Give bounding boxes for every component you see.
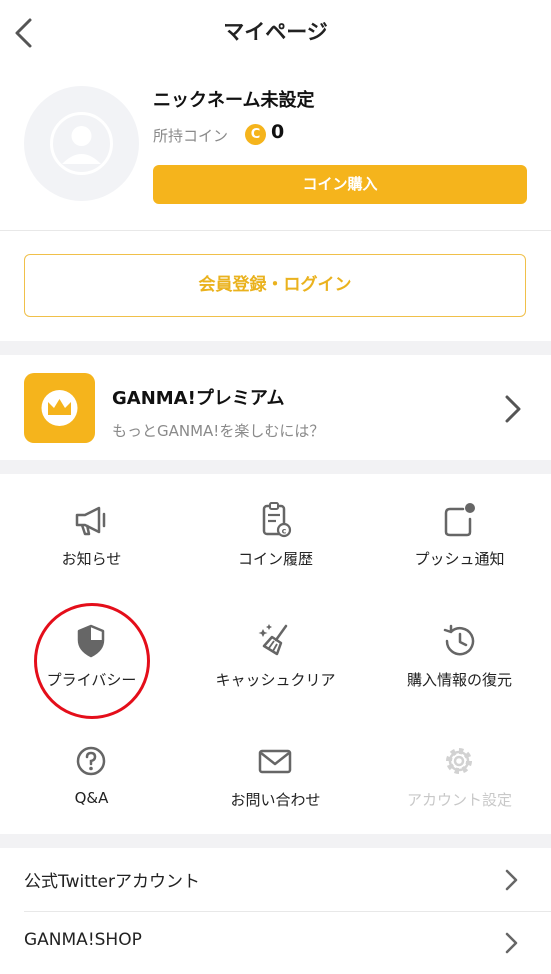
envelope-icon (258, 749, 292, 774)
coin-icon: C (245, 124, 266, 145)
premium-crown-icon (24, 373, 95, 443)
section-gap (0, 341, 551, 355)
chevron-right-icon (505, 869, 518, 891)
menu-item-notices[interactable]: お知らせ (0, 500, 183, 620)
list-item-label: GANMA!SHOP (24, 930, 142, 950)
list-item-shop[interactable]: GANMA!SHOP (0, 912, 551, 974)
avatar[interactable] (24, 86, 139, 201)
push-notification-icon (444, 503, 475, 537)
nickname: ニックネーム未設定 (153, 90, 315, 111)
list-item-label: 公式Twitterアカウント (24, 872, 200, 892)
megaphone-icon (75, 506, 106, 536)
broom-icon (258, 624, 288, 656)
premium-subtitle: もっとGANMA!を楽しむには？ (112, 422, 325, 440)
premium-title: GANMA!プレミアム (112, 388, 285, 409)
restore-icon (443, 624, 475, 656)
svg-text:c: c (282, 527, 287, 536)
menu-item-coin-history[interactable]: c コイン履歴 (184, 500, 367, 620)
menu-item-push-notifications[interactable]: プッシュ通知 (368, 500, 551, 620)
menu-item-label: アカウント設定 (406, 791, 512, 809)
page-title: マイページ (223, 20, 328, 44)
menu-item-label: お問い合わせ (230, 791, 321, 809)
menu-item-restore-purchases[interactable]: 購入情報の復元 (368, 621, 551, 741)
menu-item-label: プッシュ通知 (414, 550, 505, 568)
divider (0, 230, 551, 231)
gear-icon (446, 748, 472, 774)
menu-item-label: お知らせ (61, 550, 122, 568)
list-item-twitter[interactable]: 公式Twitterアカウント (0, 849, 551, 911)
highlight-circle (34, 603, 150, 719)
menu-item-label: 購入情報の復元 (406, 671, 512, 689)
chevron-right-icon (505, 395, 521, 423)
question-icon (76, 746, 106, 776)
buy-coins-button[interactable]: コイン購入 (153, 165, 527, 204)
menu-item-label: Q&A (74, 789, 109, 807)
section-gap (0, 834, 551, 848)
menu-item-label: キャッシュクリア (215, 671, 336, 689)
register-login-button[interactable]: 会員登録・ログイン (24, 254, 526, 317)
section-gap (0, 460, 551, 474)
menu-item-cache-clear[interactable]: キャッシュクリア (184, 621, 367, 741)
coin-history-icon: c (262, 502, 292, 538)
coin-count: 0 (271, 121, 285, 143)
menu-item-label: コイン履歴 (237, 550, 313, 568)
user-silhouette-icon (50, 112, 113, 175)
premium-banner[interactable]: GANMA!プレミアム もっとGANMA!を楽しむには？ (0, 355, 551, 460)
chevron-right-icon (505, 932, 518, 954)
coin-label: 所持コイン (153, 127, 229, 145)
